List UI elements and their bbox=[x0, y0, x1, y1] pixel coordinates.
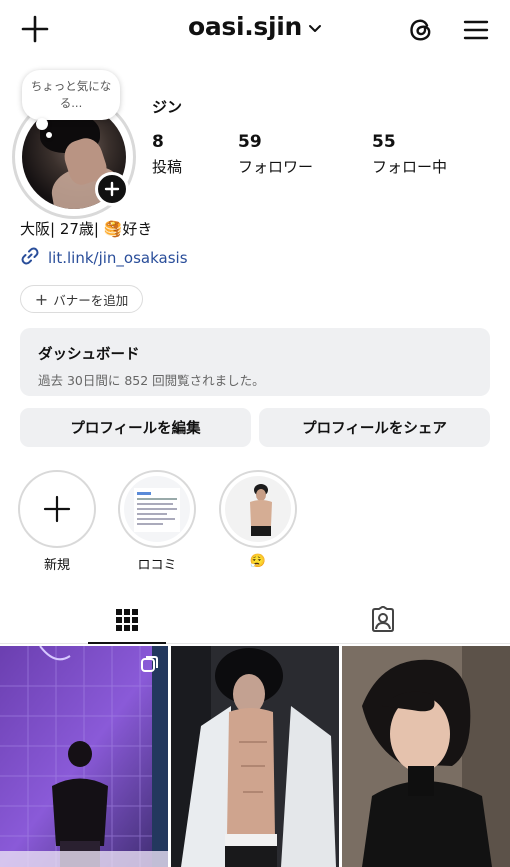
note-bubble[interactable]: ちょっと気になる... bbox=[22, 70, 120, 120]
post-grid bbox=[0, 646, 510, 867]
highlight-label: ロコミ bbox=[137, 558, 177, 573]
stat-following-value: 55 bbox=[372, 132, 396, 152]
profile-link[interactable]: lit.link/jin_osakasis bbox=[20, 246, 188, 270]
dashboard-subtitle: 過去 30日間に 852 回閲覧されました。 bbox=[38, 373, 265, 388]
carousel-icon bbox=[141, 656, 158, 672]
highlight-emoji-thumbnail bbox=[225, 476, 291, 542]
post-thumbnail[interactable] bbox=[171, 646, 339, 867]
note-text: ちょっと気になる... bbox=[30, 79, 112, 110]
stat-followers-value: 59 bbox=[238, 132, 262, 152]
highlight-new[interactable]: 新規 bbox=[18, 470, 96, 573]
username[interactable]: oasi.sjin bbox=[188, 12, 302, 41]
add-banner-button[interactable]: + バナーを追加 bbox=[20, 285, 143, 313]
post-thumbnail[interactable] bbox=[0, 646, 168, 867]
stat-following-label: フォロー中 bbox=[372, 158, 448, 176]
grid-icon[interactable] bbox=[88, 596, 166, 644]
highlight-label: 😮‍💨 bbox=[249, 554, 267, 569]
display-name: ジン bbox=[152, 98, 183, 116]
highlight-label: 新規 bbox=[43, 558, 70, 573]
note-tail-small bbox=[46, 132, 52, 138]
highlight-emoji[interactable]: 😮‍💨 bbox=[219, 470, 297, 569]
chevron-down-icon[interactable] bbox=[308, 19, 322, 38]
top-bar: oasi.sjin bbox=[0, 0, 510, 58]
add-banner-label: バナーを追加 bbox=[53, 292, 129, 308]
plus-icon-small: + bbox=[34, 289, 49, 309]
share-profile-button[interactable]: プロフィールをシェア bbox=[259, 408, 490, 447]
add-story-plus-icon[interactable] bbox=[95, 172, 129, 206]
stat-followers[interactable]: 59 フォロワー bbox=[238, 132, 313, 177]
bio-text: 大阪| 27歳| 🥞好き bbox=[20, 220, 153, 238]
dashboard-title: ダッシュボード bbox=[38, 347, 140, 363]
hamburger-menu-icon[interactable] bbox=[458, 12, 494, 48]
stat-posts-label: 投稿 bbox=[152, 158, 183, 176]
note-tail bbox=[36, 118, 48, 130]
stat-posts-value: 8 bbox=[152, 132, 164, 152]
profile-tabs bbox=[0, 596, 510, 644]
highlight-emoji-ring bbox=[219, 470, 297, 548]
stat-posts[interactable]: 8 投稿 bbox=[152, 132, 182, 177]
highlight-reviews-thumbnail bbox=[124, 476, 190, 542]
highlight-reviews[interactable]: ロコミ bbox=[118, 470, 196, 573]
threads-icon[interactable] bbox=[403, 12, 439, 48]
post-thumbnail[interactable] bbox=[342, 646, 510, 867]
edit-profile-button[interactable]: プロフィールを編集 bbox=[20, 408, 251, 447]
plus-icon bbox=[43, 495, 71, 523]
link-text[interactable]: lit.link/jin_osakasis bbox=[48, 249, 188, 267]
link-icon bbox=[20, 246, 40, 270]
professional-dashboard[interactable]: ダッシュボード 過去 30日間に 852 回閲覧されました。 bbox=[20, 328, 490, 396]
stat-followers-label: フォロワー bbox=[238, 158, 314, 176]
stat-following[interactable]: 55 フォロー中 bbox=[372, 132, 447, 177]
active-tab-indicator bbox=[88, 642, 166, 644]
highlight-new-ring bbox=[18, 470, 96, 548]
highlight-reviews-ring bbox=[118, 470, 196, 548]
tagged-icon[interactable] bbox=[344, 596, 422, 644]
